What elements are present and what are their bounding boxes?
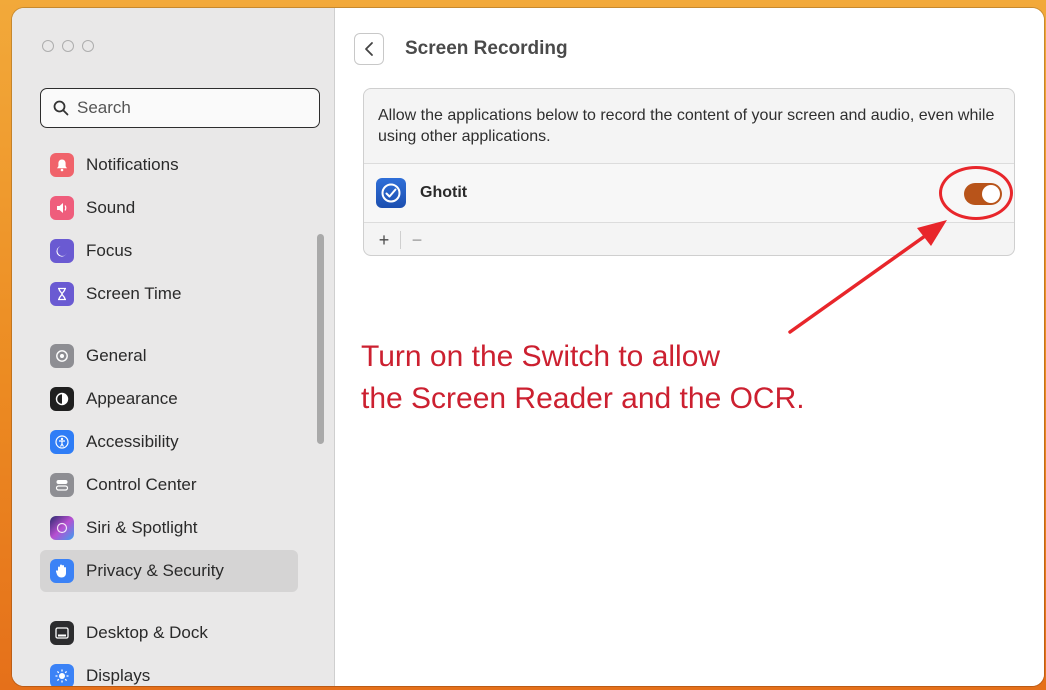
sidebar-item-siri-spotlight[interactable]: Siri & Spotlight	[40, 507, 298, 549]
appearance-icon	[50, 387, 74, 411]
close-window-button[interactable]	[42, 40, 54, 52]
search-icon	[53, 100, 69, 116]
remove-app-button[interactable]: −	[407, 230, 427, 251]
add-app-button[interactable]: +	[374, 230, 394, 251]
hourglass-icon	[50, 282, 74, 306]
sidebar-item-label: Sound	[86, 198, 136, 217]
sidebar-item-general[interactable]: General	[40, 335, 298, 377]
sidebar-item-accessibility[interactable]: Accessibility	[40, 421, 298, 463]
app-row-ghotit: Ghotit	[364, 163, 1014, 223]
sidebar-item-label: Accessibility	[86, 432, 179, 451]
gear-icon	[50, 344, 74, 368]
chevron-left-icon	[365, 42, 373, 56]
footer-divider	[400, 231, 401, 249]
search-input[interactable]	[77, 98, 297, 118]
back-button[interactable]	[354, 33, 384, 65]
main-content: Screen Recording Allow the applications …	[335, 8, 1044, 686]
toggles-icon	[50, 473, 74, 497]
sidebar-item-label: Control Center	[86, 475, 197, 494]
zoom-window-button[interactable]	[82, 40, 94, 52]
moon-icon	[50, 239, 74, 263]
speaker-icon	[50, 196, 74, 220]
toggle-highlight-ring	[939, 166, 1013, 220]
sidebar-item-notifications[interactable]: Notifications	[40, 144, 298, 186]
sidebar-item-label: Siri & Spotlight	[86, 518, 198, 537]
sidebar-item-label: Screen Time	[86, 284, 182, 303]
minimize-window-button[interactable]	[62, 40, 74, 52]
sidebar-item-label: Notifications	[86, 155, 179, 174]
annotation-line-1: Turn on the Switch to allow	[361, 340, 721, 373]
instruction-annotation: Turn on the Switch to allow the Screen R…	[361, 336, 805, 420]
panel-description: Allow the applications below to record t…	[378, 107, 995, 145]
settings-window: Notifications Sound Focus Screen Time	[12, 8, 1044, 686]
sidebar-item-screen-time[interactable]: Screen Time	[40, 273, 298, 315]
sun-icon	[50, 664, 74, 686]
panel-footer: + −	[364, 223, 1014, 255]
sidebar-item-focus[interactable]: Focus	[40, 230, 298, 272]
app-name: Ghotit	[420, 184, 468, 201]
sidebar-item-control-center[interactable]: Control Center	[40, 464, 298, 506]
hand-icon	[50, 559, 74, 583]
accessibility-icon	[50, 430, 74, 454]
sidebar-item-desktop-dock[interactable]: Desktop & Dock	[40, 612, 298, 654]
search-field[interactable]	[40, 88, 320, 128]
sidebar-item-label: Focus	[86, 241, 133, 260]
sidebar-item-label: Displays	[86, 666, 151, 685]
sidebar-item-displays[interactable]: Displays	[40, 655, 298, 686]
siri-icon	[50, 516, 74, 540]
sidebar-scrollbar[interactable]	[317, 234, 324, 444]
window-controls	[42, 40, 94, 52]
sidebar-item-label: Appearance	[86, 389, 178, 408]
bell-icon	[50, 153, 74, 177]
ghotit-app-icon	[376, 178, 406, 208]
dock-icon	[50, 621, 74, 645]
sidebar-item-privacy-security[interactable]: Privacy & Security	[40, 550, 298, 592]
screen-recording-panel: Allow the applications below to record t…	[363, 88, 1015, 256]
sidebar: Notifications Sound Focus Screen Time	[12, 8, 335, 686]
sidebar-item-label: Desktop & Dock	[86, 623, 208, 642]
sidebar-item-appearance[interactable]: Appearance	[40, 378, 298, 420]
sidebar-item-label: General	[86, 346, 147, 365]
sidebar-item-label: Privacy & Security	[86, 561, 224, 580]
annotation-line-2: the Screen Reader and the OCR.	[361, 382, 805, 415]
page-title: Screen Recording	[405, 38, 568, 59]
sidebar-item-sound[interactable]: Sound	[40, 187, 298, 229]
